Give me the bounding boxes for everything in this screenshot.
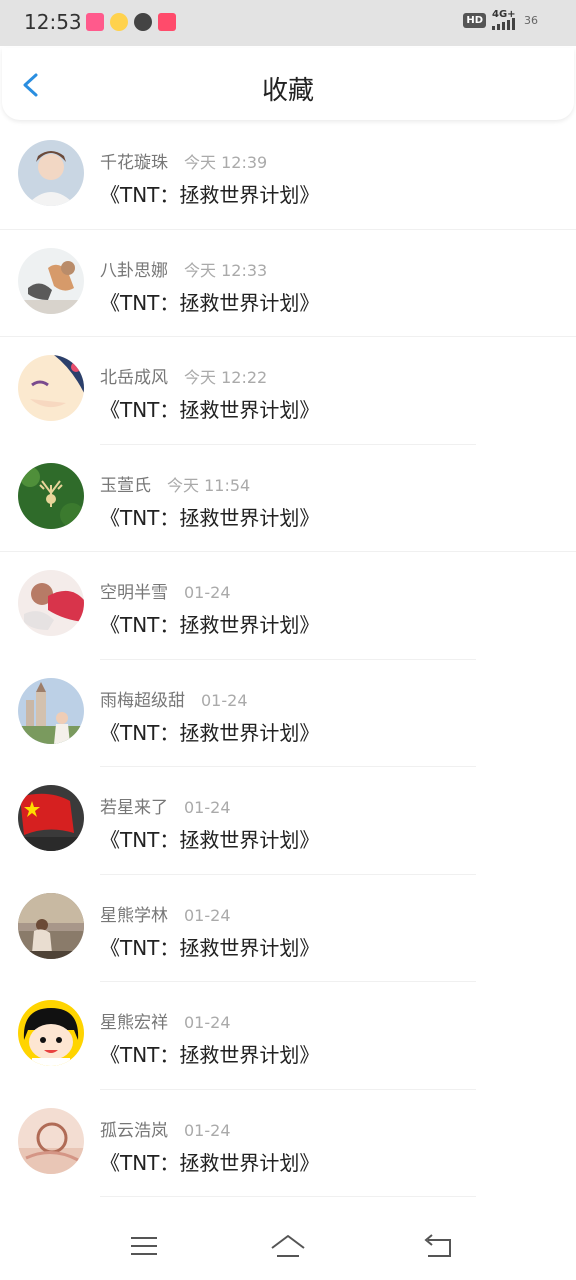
item-time: 01-24	[184, 1013, 231, 1032]
list-item[interactable]: 北岳成风 今天 12:22 《TNT：拯救世界计划》	[0, 337, 576, 445]
item-meta: 星熊学林 01-24	[100, 901, 231, 926]
item-title: 《TNT：拯救世界计划》	[100, 398, 320, 422]
item-title: 《TNT：拯救世界计划》	[100, 828, 320, 852]
avatar[interactable]	[18, 247, 84, 314]
item-time: 今天 12:39	[184, 153, 268, 172]
avatar[interactable]	[18, 355, 84, 421]
author-name: 千花璇珠	[100, 153, 168, 173]
item-time: 今天 12:33	[184, 260, 268, 280]
favorites-list: 千花璇珠 今天 12:39 《TNT：拯救世界计划》 八卦思娜 今天 12:33…	[0, 122, 576, 1197]
author-name: 玉萱氏	[100, 475, 151, 496]
item-title: 《TNT：拯救世界计划》	[100, 505, 320, 530]
item-time: 01-24	[184, 583, 231, 602]
home-icon[interactable]	[268, 1228, 308, 1264]
item-meta: 空明半雪 01-24	[100, 578, 231, 603]
item-time: 01-24	[184, 905, 231, 925]
avatar[interactable]	[18, 892, 84, 959]
author-name: 北岳成风	[100, 368, 168, 388]
item-meta: 千花璇珠 今天 12:39	[100, 148, 267, 173]
item-title: 《TNT：拯救世界计划》	[100, 1150, 320, 1175]
avatar[interactable]	[18, 677, 84, 744]
avatar[interactable]	[18, 140, 84, 206]
author-name: 八卦思娜	[100, 260, 168, 281]
avatar[interactable]	[18, 1000, 84, 1066]
item-title: 《TNT：拯救世界计划》	[100, 935, 320, 960]
item-time: 01-24	[184, 798, 231, 817]
system-icons: HD 4G+ 36	[463, 9, 538, 30]
author-name: 孤云浩岚	[100, 1120, 168, 1141]
back-icon[interactable]	[418, 1228, 458, 1264]
item-time: 今天 11:54	[167, 475, 251, 495]
avatar[interactable]	[18, 570, 84, 636]
item-time: 今天 12:22	[184, 368, 268, 387]
author-name: 星熊宏祥	[100, 1013, 168, 1033]
item-meta: 玉萱氏 今天 11:54	[100, 471, 250, 496]
item-time: 01-24	[184, 1120, 231, 1140]
item-meta: 星熊宏祥 01-24	[100, 1008, 231, 1033]
item-title: 《TNT：拯救世界计划》	[100, 183, 320, 207]
app-notification-icon	[110, 13, 128, 31]
list-item[interactable]: 若星来了 01-24 《TNT：拯救世界计划》	[0, 767, 576, 875]
page-title: 收藏	[261, 76, 314, 106]
item-title: 《TNT：拯救世界计划》	[100, 290, 320, 315]
list-item[interactable]: 孤云浩岚 01-24 《TNT：拯救世界计划》	[0, 1090, 576, 1197]
notification-icons	[86, 13, 176, 31]
menu-icon[interactable]	[124, 1228, 164, 1264]
list-item[interactable]: 八卦思娜 今天 12:33 《TNT：拯救世界计划》	[0, 230, 576, 337]
list-item[interactable]: 星熊学林 01-24 《TNT：拯救世界计划》	[0, 875, 576, 982]
avatar[interactable]	[18, 462, 84, 529]
item-title: 《TNT：拯救世界计划》	[100, 1043, 320, 1067]
hd-badge: HD	[463, 12, 486, 28]
status-bar: 12:53 HD 4G+ 36	[0, 0, 576, 46]
item-meta: 雨梅超级甜 01-24	[100, 686, 248, 711]
item-meta: 孤云浩岚 01-24	[100, 1116, 231, 1141]
author-name: 星熊学林	[100, 905, 168, 926]
app-notification-icon	[86, 13, 104, 31]
list-item[interactable]: 雨梅超级甜 01-24 《TNT：拯救世界计划》	[0, 660, 576, 767]
list-item[interactable]: 玉萱氏 今天 11:54 《TNT：拯救世界计划》	[0, 445, 576, 552]
divider	[100, 1196, 476, 1197]
list-item[interactable]: 空明半雪 01-24 《TNT：拯救世界计划》	[0, 552, 576, 660]
avatar[interactable]	[18, 1107, 84, 1174]
app-notification-icon	[158, 13, 176, 31]
item-title: 《TNT：拯救世界计划》	[100, 613, 320, 637]
avatar[interactable]	[18, 785, 84, 851]
list-item[interactable]: 星熊宏祥 01-24 《TNT：拯救世界计划》	[0, 982, 576, 1090]
list-item[interactable]: 千花璇珠 今天 12:39 《TNT：拯救世界计划》	[0, 122, 576, 230]
author-name: 空明半雪	[100, 583, 168, 603]
battery-level: 36	[524, 13, 538, 27]
status-time: 12:53	[24, 10, 82, 34]
item-meta: 北岳成风 今天 12:22	[100, 363, 267, 388]
system-nav-bar	[0, 1210, 576, 1280]
item-meta: 八卦思娜 今天 12:33	[100, 256, 267, 281]
signal-icon: 4G+	[492, 9, 518, 30]
item-meta: 若星来了 01-24	[100, 793, 231, 818]
item-time: 01-24	[201, 690, 248, 710]
item-title: 《TNT：拯救世界计划》	[100, 720, 320, 745]
header: 收藏	[2, 48, 574, 120]
author-name: 雨梅超级甜	[100, 690, 185, 711]
message-notification-icon	[134, 13, 152, 31]
author-name: 若星来了	[100, 798, 168, 818]
